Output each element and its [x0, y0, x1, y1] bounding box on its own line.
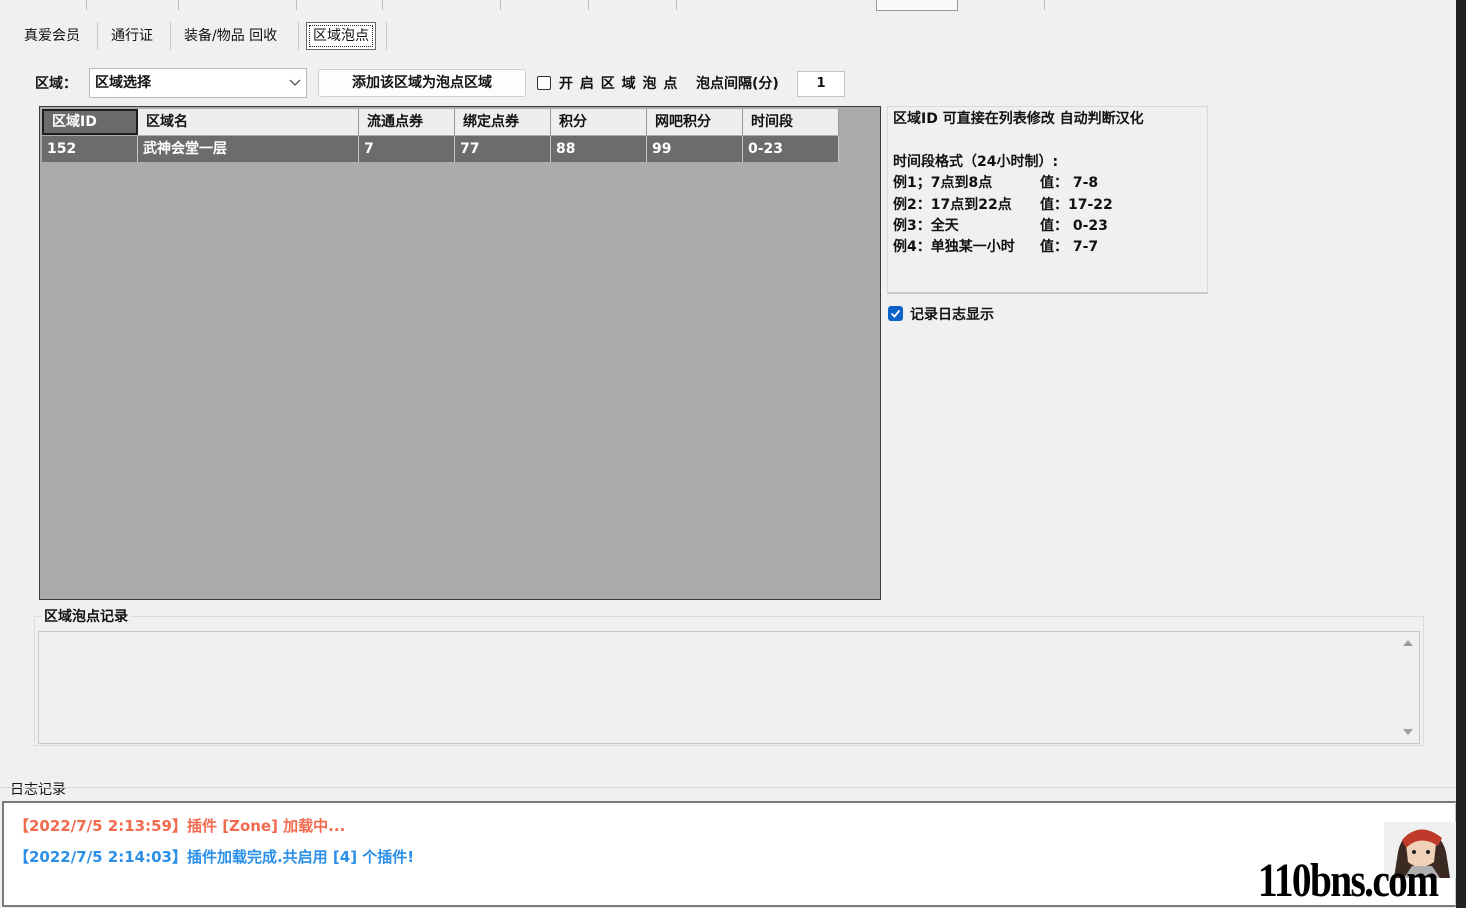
- info-example: 例1；7点到8点 值： 7-8: [893, 175, 1099, 192]
- log-entry: 【2022/7/5 2:13:59】插件 [Zone] 加载中...: [14, 817, 346, 835]
- log-display-label: 记录日志显示: [910, 307, 994, 323]
- top-tab[interactable]: [296, 0, 383, 10]
- top-tab[interactable]: [86, 0, 179, 10]
- subtab-pass[interactable]: 通行证: [107, 22, 157, 50]
- zone-log-title: 区域泡点记录: [42, 606, 130, 626]
- subtab-vip-member[interactable]: 真爱会员: [20, 22, 84, 50]
- column-header-zone-name[interactable]: 区域名: [138, 109, 359, 135]
- window-edge: [1456, 0, 1466, 908]
- subtab-zone-points[interactable]: 区域泡点: [306, 22, 376, 50]
- zone-select[interactable]: 区域选择: [89, 68, 307, 98]
- subtab-separator: [386, 22, 387, 50]
- zone-log-scrollbar[interactable]: [1399, 632, 1417, 743]
- column-header-zone-id[interactable]: 区域ID: [42, 109, 138, 135]
- subtab-zone-points-label: 区域泡点: [309, 25, 373, 47]
- enable-zone-checkbox[interactable]: [537, 76, 551, 90]
- checkmark-icon: [890, 309, 901, 318]
- table-cell-points[interactable]: 88: [551, 136, 647, 162]
- top-tab[interactable]: [956, 0, 1045, 10]
- interval-label: 泡点间隔(分): [696, 76, 779, 92]
- info-line: 区域ID 可直接在列表修改 自动判断汉化: [893, 111, 1144, 127]
- info-example: 例4：单独某一小时 值： 7-7: [893, 239, 1099, 256]
- zone-table[interactable]: 区域ID 区域名 流通点券 绑定点券 积分 网吧积分 时间段 152 武神会堂一…: [39, 106, 881, 600]
- interval-input[interactable]: 1: [797, 71, 845, 97]
- chevron-down-icon: [289, 79, 301, 86]
- column-header-points[interactable]: 积分: [551, 109, 647, 135]
- subtab-recycle[interactable]: 装备/物品 回收: [180, 22, 281, 50]
- top-tab[interactable]: [0, 0, 87, 10]
- table-cell-zone-id[interactable]: 152: [42, 136, 138, 162]
- zone-label: 区域：: [35, 76, 77, 92]
- zone-log-textarea[interactable]: [38, 631, 1420, 744]
- column-header-bound-coupons[interactable]: 绑定点券: [455, 109, 551, 135]
- table-cell-zone-name[interactable]: 武神会堂一层: [138, 136, 359, 162]
- column-header-time-range[interactable]: 时间段: [743, 109, 839, 135]
- log-output[interactable]: 【2022/7/5 2:13:59】插件 [Zone] 加载中... 【2022…: [2, 801, 1456, 907]
- table-cell-bound-coupons[interactable]: 77: [455, 136, 551, 162]
- subtab-separator: [170, 22, 171, 50]
- top-tab-strip: [0, 0, 1060, 12]
- enable-zone-label: 开 启 区 域 泡 点: [559, 76, 679, 92]
- subtab-separator: [298, 22, 299, 50]
- column-header-cafe-points[interactable]: 网吧积分: [647, 109, 743, 135]
- top-tab-selected[interactable]: [876, 0, 958, 11]
- table-cell-cafe-points[interactable]: 99: [647, 136, 743, 162]
- column-header-circulating-coupons[interactable]: 流通点券: [359, 109, 455, 135]
- log-entry: 【2022/7/5 2:14:03】插件加载完成.共启用 [4] 个插件!: [14, 848, 415, 866]
- top-tab[interactable]: [500, 0, 589, 10]
- scroll-up-icon[interactable]: [1403, 640, 1413, 646]
- top-tab[interactable]: [676, 0, 877, 10]
- top-tab[interactable]: [382, 0, 501, 10]
- info-example: 例3：全天 值： 0-23: [893, 217, 1108, 234]
- log-display-checkbox[interactable]: [888, 306, 903, 321]
- table-cell-time-range[interactable]: 0-23: [743, 136, 839, 162]
- top-tab[interactable]: [588, 0, 677, 10]
- table-cell-circulating-coupons[interactable]: 7: [359, 136, 455, 162]
- zone-select-value: 区域选择: [95, 75, 151, 91]
- info-format-title: 时间段格式（24小时制）:: [893, 153, 1059, 170]
- info-panel: 区域ID 可直接在列表修改 自动判断汉化 时间段格式（24小时制）: 例1；7点…: [887, 106, 1208, 294]
- log-divider: [0, 787, 1466, 788]
- add-zone-button[interactable]: 添加该区域为泡点区域: [318, 69, 526, 97]
- site-watermark: 110bns.com: [1258, 854, 1439, 907]
- info-example: 例2：17点到22点 值：17-22: [893, 196, 1113, 213]
- subtab-separator: [97, 22, 98, 50]
- scroll-down-icon[interactable]: [1403, 729, 1413, 735]
- log-title: 日志记录: [10, 782, 66, 798]
- top-tab[interactable]: [178, 0, 297, 10]
